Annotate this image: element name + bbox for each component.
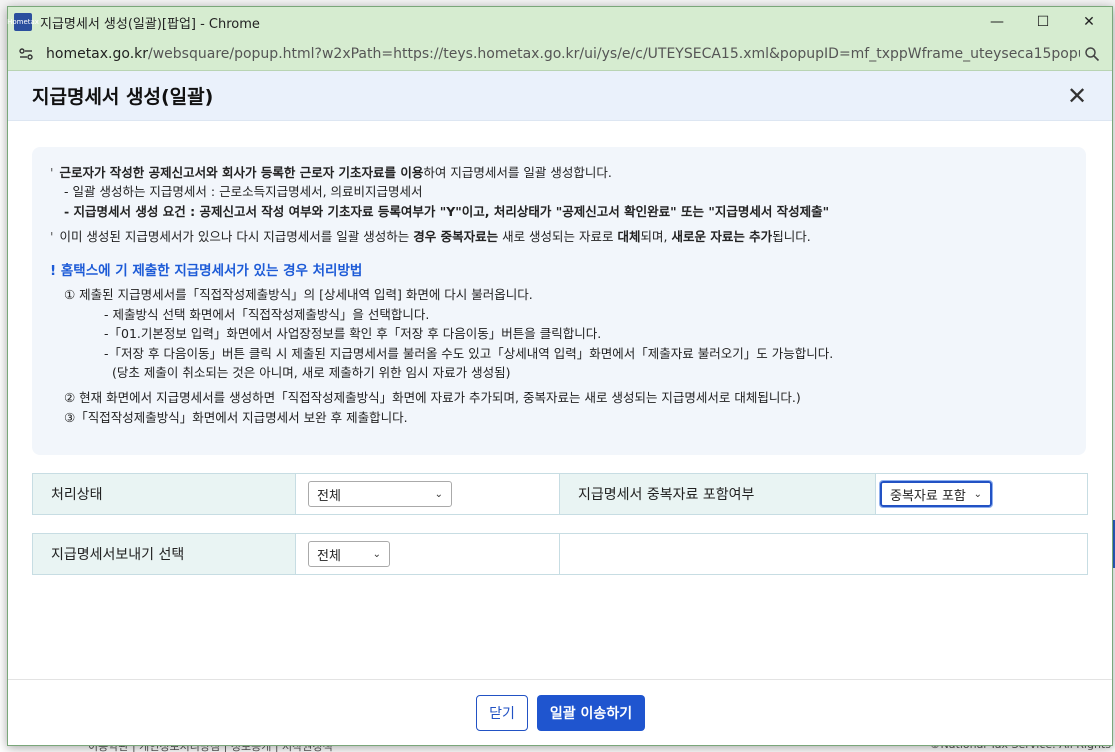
popup-header: 지급명세서 생성(일괄) ✕ xyxy=(8,71,1112,121)
url-text[interactable]: hometax.go.kr/websquare/popup.html?w2xPa… xyxy=(46,46,1080,62)
status-label: 처리상태 xyxy=(33,474,296,514)
maximize-icon: ☐ xyxy=(1036,14,1050,30)
popup-close-icon[interactable]: ✕ xyxy=(1064,82,1090,110)
chevron-down-icon: ⌄ xyxy=(434,488,443,500)
zoom-icon[interactable] xyxy=(1080,42,1104,66)
notice-line-3-text: - 지급명세서 생성 요건 : 공제신고서 작성 여부와 기초자료 등록여부가 … xyxy=(64,203,830,219)
notice-line-4-a: 이미 생성된 지급명세서가 있으나 다시 지급명세서를 일괄 생성하는 xyxy=(59,229,414,245)
batch-transfer-button[interactable]: 일괄 이송하기 xyxy=(537,695,645,731)
step-1b: -「01.기본정보 입력」화면에서 사업장정보를 확인 후「저장 후 다음이동」… xyxy=(104,326,602,342)
step-1a: - 제출방식 선택 화면에서「직접작성제출방식」을 선택합니다. xyxy=(104,306,430,322)
warning-title: ! 홈택스에 기 제출한 지급명세서가 있는 경우 처리방법 xyxy=(50,262,363,279)
notice-box: ' 근로자가 작성한 공제신고서와 회사가 등록한 근로자 기초자료를 이용하여 … xyxy=(32,147,1086,455)
notice-line-4-g: 됩니다. xyxy=(772,229,811,245)
window-title: 지급명세서 생성(일괄)[팝업] - Chrome xyxy=(40,16,260,32)
maximize-button[interactable]: ☐ xyxy=(1020,7,1066,37)
dup-label: 지급명세서 중복자료 포함여부 xyxy=(560,474,876,514)
dup-cell: 중복자료 포함 ⌄ xyxy=(876,474,1087,514)
notice-line-1-bold: 근로자가 작성한 공제신고서와 회사가 등록한 근로자 기초자료를 이용 xyxy=(59,165,424,180)
step-1: ① 제출된 지급명세서를「직접작성제출방식」의 [상세내역 입력] 화면에 다시… xyxy=(64,287,533,303)
notice-line-3: - 지급명세서 생성 요건 : 공제신고서 작성 여부와 기초자료 등록여부가 … xyxy=(50,202,1068,221)
notice-line-4-f: 새로운 자료는 추가 xyxy=(671,229,773,245)
minimize-icon: — xyxy=(990,14,1004,30)
step-1c: -「저장 후 다음이동」버튼 클릭 시 제출된 지급명세서를 불러올 수도 있고… xyxy=(104,345,834,361)
send-cell: 전체 ⌄ xyxy=(296,534,560,574)
popup-title: 지급명세서 생성(일괄) xyxy=(32,86,214,108)
close-button[interactable]: 닫기 xyxy=(476,695,528,731)
step-1d: (당초 제출이 취소되는 것은 아니며, 새로 제출하기 위한 임시 자료가 생… xyxy=(112,364,511,380)
url-path: /websquare/popup.html?w2xPath=https://te… xyxy=(148,45,1080,62)
send-label: 지급명세서보내기 선택 xyxy=(33,534,296,574)
send-select[interactable]: 전체 ⌄ xyxy=(308,541,390,567)
window-close-button[interactable]: ✕ xyxy=(1066,7,1112,37)
status-select[interactable]: 전체 ⌄ xyxy=(308,481,452,507)
app-icon-text: Hometax xyxy=(7,18,39,26)
step-3: ③「직접작성제출방식」화면에서 지급명세서 보완 후 제출합니다. xyxy=(64,409,408,425)
site-info-icon[interactable] xyxy=(16,44,36,64)
step-2: ② 현재 화면에서 지급명세서를 생성하면「직접작성제출방식」화면에 자료가 추… xyxy=(64,390,801,406)
notice-line-2: - 일괄 생성하는 지급명세서 : 근로소득지급명세서, 의료비지급명세서 xyxy=(64,184,423,200)
form-row-status: 처리상태 전체 ⌄ 지급명세서 중복자료 포함여부 중복자료 포함 ⌄ xyxy=(32,473,1088,515)
notice-line-1: ' 근로자가 작성한 공제신고서와 회사가 등록한 근로자 기초자료를 이용하여 … xyxy=(50,165,612,180)
status-select-value: 전체 xyxy=(317,488,341,504)
form-row-send: 지급명세서보내기 선택 전체 ⌄ xyxy=(32,533,1088,575)
notice-line-1-rest: 하여 지급명세서를 일괄 생성합니다. xyxy=(423,165,612,180)
dup-select[interactable]: 중복자료 포함 ⌄ xyxy=(879,480,993,508)
dup-select-value: 중복자료 포함 xyxy=(890,488,966,504)
close-icon: ✕ xyxy=(1083,14,1095,30)
chevron-down-icon: ⌄ xyxy=(973,488,982,500)
popup-window: Hometax 지급명세서 생성(일괄)[팝업] - Chrome — ☐ ✕ … xyxy=(7,6,1113,746)
hometax-app-icon: Hometax xyxy=(7,13,39,31)
chevron-down-icon: ⌄ xyxy=(372,548,381,560)
send-empty-cell xyxy=(560,534,1087,574)
window-titlebar[interactable]: Hometax 지급명세서 생성(일괄)[팝업] - Chrome — ☐ ✕ xyxy=(7,7,1112,37)
notice-line-4-e: 되며, xyxy=(640,229,672,245)
notice-line-4: ' 이미 생성된 지급명세서가 있으나 다시 지급명세서를 일괄 생성하는 경우 … xyxy=(50,229,811,245)
minimize-button[interactable]: — xyxy=(974,7,1020,37)
address-bar[interactable]: hometax.go.kr/websquare/popup.html?w2xPa… xyxy=(8,37,1112,71)
status-cell: 전체 ⌄ xyxy=(296,474,560,514)
url-host: hometax.go.kr xyxy=(46,45,149,62)
notice-line-4-b: 경우 중복자료는 xyxy=(413,229,499,245)
footer-divider xyxy=(8,679,1112,680)
notice-line-4-c: 새로 생성되는 자료로 xyxy=(498,229,618,245)
notice-line-4-d: 대체 xyxy=(617,229,641,245)
send-select-value: 전체 xyxy=(317,548,341,564)
